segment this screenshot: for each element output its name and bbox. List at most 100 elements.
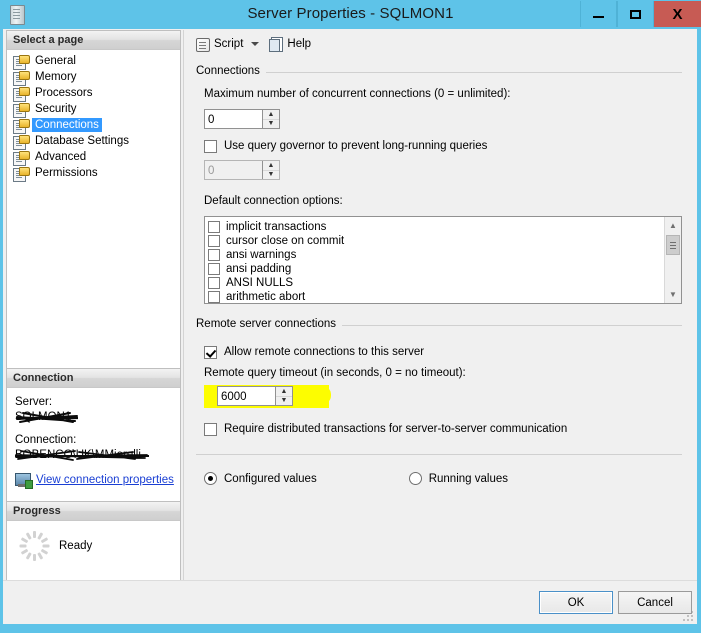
scrollbar-thumb[interactable] (666, 235, 680, 255)
configured-values-label: Configured values (224, 472, 317, 485)
script-label: Script (214, 37, 244, 50)
list-item[interactable]: ANSI NULLS (208, 276, 681, 290)
page-icon (13, 166, 30, 182)
close-icon: X (672, 5, 683, 23)
sidebar-item-security[interactable]: Security (10, 101, 180, 118)
sidebar-item-label: Processors (35, 87, 93, 99)
scroll-down-icon[interactable]: ▼ (665, 286, 681, 303)
select-page-header: Select a page (7, 31, 180, 50)
page-icon (13, 70, 30, 86)
window-controls: X (580, 1, 701, 27)
option-checkbox[interactable] (208, 249, 220, 261)
close-button[interactable]: X (654, 1, 701, 27)
option-label: implicit transactions (226, 220, 327, 233)
list-item[interactable]: implicit transactions (208, 220, 681, 234)
option-checkbox[interactable] (208, 235, 220, 247)
sidebar-item-general[interactable]: General (10, 53, 180, 70)
query-governor-label: Use query governor to prevent long-runni… (224, 140, 488, 152)
stepper-buttons: ▲ ▼ (275, 387, 292, 405)
default-connection-options-list[interactable]: implicit transactions cursor close on co… (204, 216, 682, 304)
remote-group-body: Allow remote connections to this server … (196, 330, 682, 436)
sidebar-item-connections[interactable]: Connections (10, 117, 180, 134)
server-properties-window: Server Properties - SQLMON1 X Select a p… (0, 0, 701, 633)
help-button[interactable]: Help (266, 33, 314, 54)
require-distributed-transactions-checkbox[interactable] (204, 423, 217, 436)
list-item[interactable]: ansi padding (208, 262, 681, 276)
remote-query-timeout-label: Remote query timeout (in seconds, 0 = no… (204, 367, 466, 379)
maximize-button[interactable] (617, 1, 654, 27)
list-item[interactable]: ansi warnings (208, 248, 681, 262)
sidebar-item-permissions[interactable]: Permissions (10, 165, 180, 182)
sidebar-item-label: Memory (35, 71, 77, 83)
connection-value: BOBENCO\UK\MMiorelli (15, 449, 141, 461)
max-connections-value[interactable]: 0 (205, 110, 262, 128)
max-connections-label: Maximum number of concurrent connections… (204, 88, 511, 100)
configured-values-radio[interactable] (204, 472, 217, 485)
list-item[interactable]: arithmetic abort (208, 290, 681, 303)
sidebar-item-memory[interactable]: Memory (10, 69, 180, 86)
view-connection-properties-row[interactable]: View connection properties (15, 473, 180, 489)
allow-remote-connections-checkbox[interactable] (204, 346, 217, 359)
connections-group-title: Connections (196, 65, 266, 77)
ok-button[interactable]: OK (539, 591, 613, 614)
option-checkbox[interactable] (208, 263, 220, 275)
dialog-client-area: Select a page General Memory Processors (3, 29, 697, 624)
connection-header: Connection (7, 369, 180, 388)
stepper-up-icon[interactable]: ▲ (263, 110, 279, 120)
stepper-down-icon[interactable]: ▼ (276, 397, 292, 406)
stepper-buttons: ▲ ▼ (262, 110, 279, 128)
option-label: ansi padding (226, 262, 292, 275)
sidebar-item-processors[interactable]: Processors (10, 85, 180, 102)
view-connection-properties-link[interactable]: View connection properties (36, 474, 174, 486)
option-checkbox[interactable] (208, 291, 220, 303)
running-values-radio[interactable] (408, 472, 422, 485)
option-label: ansi warnings (226, 248, 297, 261)
resize-grip[interactable] (683, 611, 694, 622)
sidebar-item-advanced[interactable]: Advanced (10, 149, 180, 166)
cancel-button[interactable]: Cancel (618, 591, 692, 614)
page-icon (13, 118, 30, 134)
stepper-buttons: ▲ ▼ (262, 161, 279, 179)
allow-remote-connections-row[interactable]: Allow remote connections to this server (204, 345, 682, 359)
script-button[interactable]: Script (192, 33, 246, 54)
connection-panel: Connection Server: SQLMON1 Connection: B… (6, 368, 181, 502)
remote-query-timeout-stepper[interactable]: 6000 ▲ ▼ (217, 386, 293, 406)
query-governor-checkbox[interactable] (204, 140, 217, 153)
query-governor-cost-value: 0 (208, 165, 215, 177)
allow-remote-connections-label: Allow remote connections to this server (224, 346, 425, 358)
progress-spinner-icon (19, 531, 49, 561)
maximize-icon (630, 9, 641, 19)
server-value: SQLMON1 (15, 411, 72, 423)
dialog-toolbar: Script Help (184, 30, 694, 57)
max-connections-stepper[interactable]: 0 ▲ ▼ (204, 109, 280, 129)
scroll-up-icon[interactable]: ▲ (665, 217, 681, 234)
running-values-label: Running values (428, 472, 508, 485)
option-label: ANSI NULLS (226, 276, 294, 289)
page-icon (13, 86, 30, 102)
values-mode-row: Configured values Running values (196, 472, 682, 485)
list-scrollbar[interactable]: ▲ ▼ (664, 217, 681, 303)
remote-query-timeout-value[interactable]: 6000 (218, 387, 275, 405)
minimize-icon (593, 16, 604, 18)
server-label: Server: (15, 396, 53, 408)
stepper-up-icon[interactable]: ▲ (276, 387, 292, 397)
progress-body: Ready (7, 521, 180, 561)
left-pane: Select a page General Memory Processors (6, 30, 181, 619)
stepper-down-icon[interactable]: ▼ (263, 120, 279, 129)
option-checkbox[interactable] (208, 277, 220, 289)
progress-header: Progress (7, 502, 180, 521)
chevron-down-icon[interactable] (251, 41, 260, 46)
title-bar[interactable]: Server Properties - SQLMON1 X (0, 0, 701, 29)
page-icon (13, 102, 30, 118)
query-governor-checkbox-row[interactable]: Use query governor to prevent long-runni… (204, 139, 682, 153)
list-item[interactable]: cursor close on commit (208, 234, 681, 248)
group-divider (196, 72, 682, 73)
sidebar-item-database-settings[interactable]: Database Settings (10, 133, 180, 150)
connections-group-body: Maximum number of concurrent connections… (196, 77, 682, 304)
minimize-button[interactable] (580, 1, 617, 27)
page-icon (13, 134, 30, 150)
sidebar-item-label: Connections (32, 118, 102, 132)
option-checkbox[interactable] (208, 221, 220, 233)
require-distributed-transactions-row[interactable]: Require distributed transactions for ser… (204, 422, 682, 436)
progress-status: Ready (59, 540, 93, 552)
